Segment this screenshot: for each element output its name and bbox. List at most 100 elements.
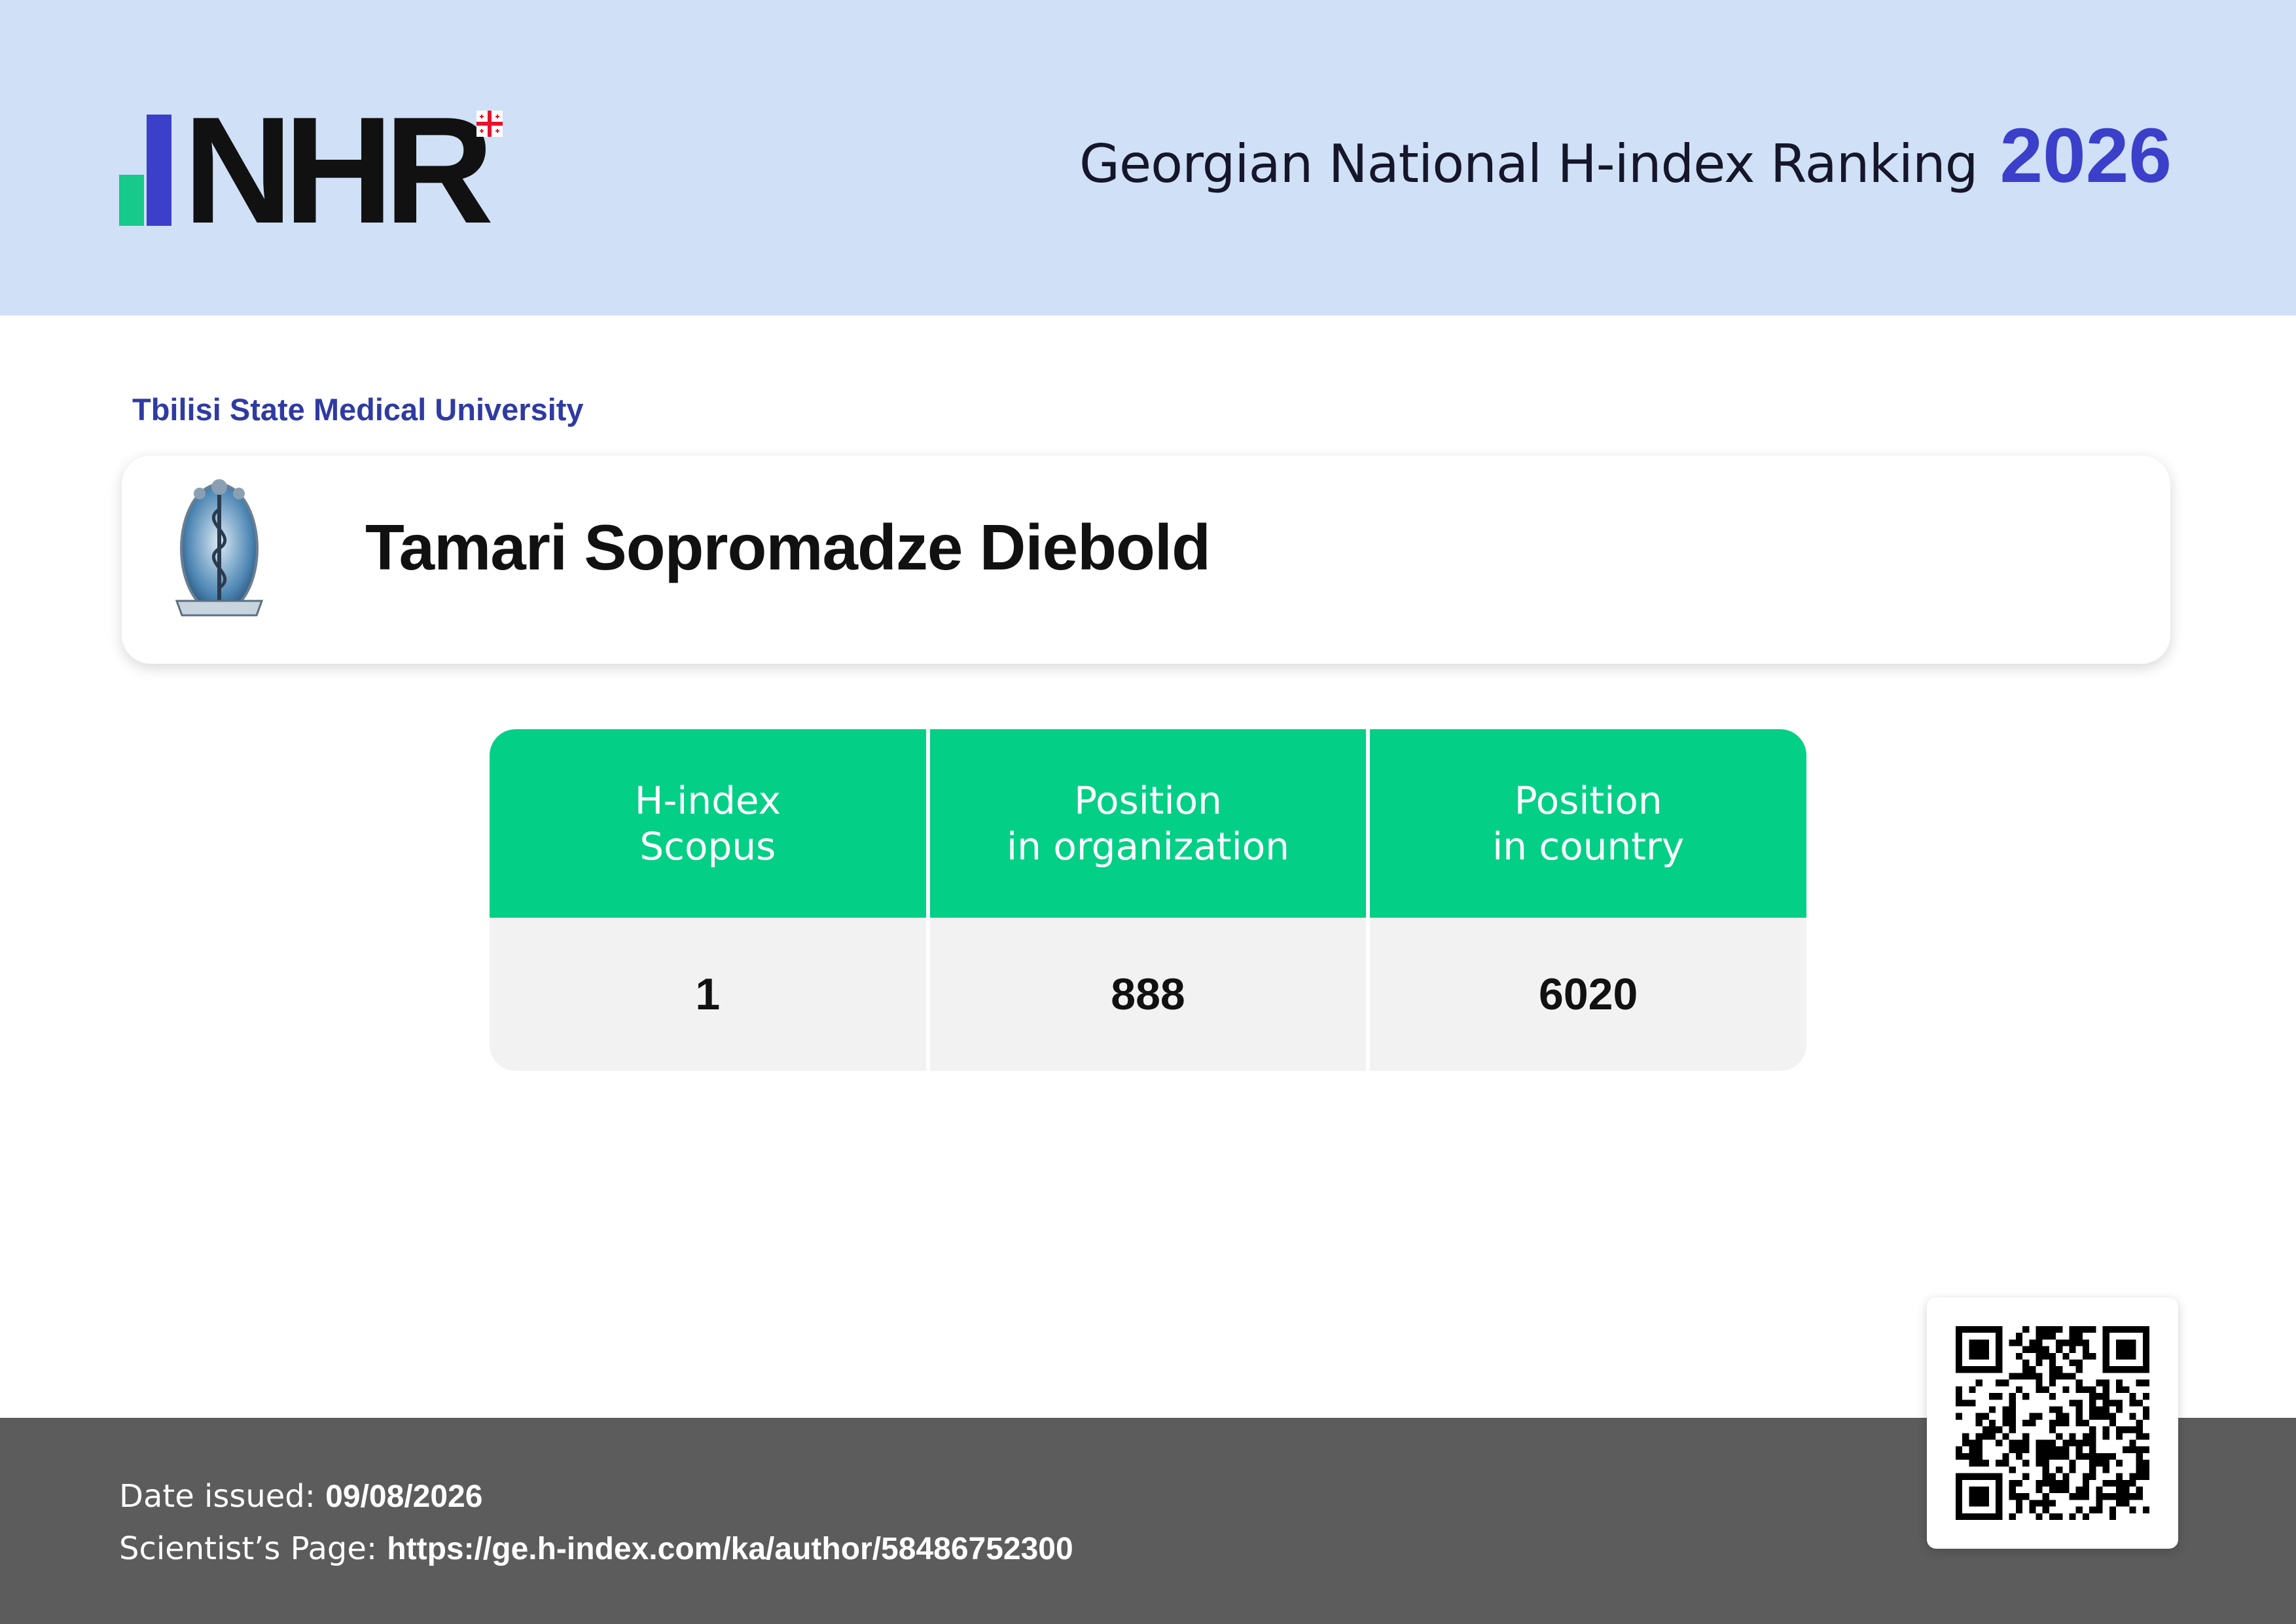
qr-module <box>2136 1426 2143 1434</box>
qr-module <box>2049 1373 2056 1380</box>
qr-module <box>2036 1460 2043 1467</box>
nhr-logo: NHR <box>119 95 525 247</box>
qr-module <box>2049 1500 2056 1507</box>
qr-module <box>2142 1433 2149 1440</box>
qr-module <box>2056 1479 2063 1487</box>
qr-module <box>1956 1453 1963 1460</box>
qr-module <box>2075 1366 2083 1373</box>
qr-module <box>2069 1513 2076 1520</box>
qr-module <box>2062 1486 2070 1494</box>
qr-module <box>2075 1360 2083 1367</box>
qr-module <box>1962 1433 1969 1440</box>
qr-module <box>1969 1346 1976 1353</box>
qr-module <box>2015 1373 2023 1380</box>
qr-module <box>1962 1366 1969 1373</box>
qr-module <box>2069 1460 2076 1467</box>
qr-module <box>2069 1439 2076 1447</box>
qr-module <box>2142 1473 2149 1480</box>
qr-module <box>2056 1433 2063 1440</box>
qr-module <box>2123 1500 2130 1507</box>
qr-module <box>2129 1493 2136 1500</box>
qr-module <box>2102 1426 2109 1434</box>
qr-module <box>2029 1419 2036 1427</box>
qr-module <box>2062 1473 2070 1480</box>
qr-code-icon <box>1956 1326 2149 1520</box>
qr-module <box>1996 1486 2003 1494</box>
qr-module <box>2049 1446 2056 1453</box>
qr-module <box>2142 1360 2149 1367</box>
qr-module <box>2109 1513 2116 1520</box>
qr-module <box>1982 1346 1990 1353</box>
qr-module <box>2082 1419 2090 1427</box>
ranking-title-text: Georgian National H-index Ranking <box>1079 134 1979 194</box>
qr-module <box>1975 1460 1982 1467</box>
qr-module <box>2009 1486 2016 1494</box>
qr-module <box>2096 1406 2103 1413</box>
qr-module <box>2136 1326 2143 1333</box>
qr-module <box>2049 1473 2056 1480</box>
qr-module <box>2049 1426 2056 1434</box>
qr-module <box>1996 1473 2003 1480</box>
qr-module <box>2102 1352 2109 1360</box>
stats-header-country-position: Position in country <box>1370 729 1806 918</box>
qr-module <box>1996 1333 2003 1340</box>
qr-module <box>1996 1339 2003 1346</box>
qr-module <box>2109 1413 2116 1420</box>
qr-module <box>2036 1326 2043 1333</box>
qr-module <box>2022 1346 2030 1353</box>
qr-module <box>1982 1413 1990 1420</box>
qr-module <box>2062 1446 2070 1453</box>
scientist-name: Tamari Sopromadze Diebold <box>365 511 1211 583</box>
qr-module <box>2102 1360 2109 1367</box>
qr-module <box>2075 1333 2083 1340</box>
qr-module <box>2029 1366 2036 1373</box>
qr-module <box>2062 1413 2070 1420</box>
qr-module <box>1956 1386 1963 1394</box>
qr-module <box>2089 1453 2096 1460</box>
organization-name: Tbilisi State Medical University <box>132 392 584 427</box>
qr-module <box>2136 1399 2143 1407</box>
qr-module <box>2002 1453 2009 1460</box>
qr-module <box>2042 1346 2049 1353</box>
qr-module <box>2042 1439 2049 1447</box>
qr-module <box>2062 1453 2070 1460</box>
qr-module <box>2062 1439 2070 1447</box>
qr-module <box>1969 1500 1976 1507</box>
qr-module <box>2115 1326 2123 1333</box>
qr-module <box>2136 1379 2143 1386</box>
stats-header-line: Scopus <box>639 824 776 869</box>
qr-module <box>2009 1439 2016 1447</box>
qr-module <box>2022 1326 2030 1333</box>
qr-module <box>2102 1466 2109 1473</box>
qr-module <box>2115 1486 2123 1494</box>
date-issued: Date issued: 09/08/2026 <box>119 1478 482 1515</box>
qr-module <box>1956 1360 1963 1367</box>
qr-module <box>2009 1466 2016 1473</box>
qr-module <box>2102 1453 2109 1460</box>
qr-module <box>2015 1352 2023 1360</box>
qr-module <box>1956 1333 1963 1340</box>
qr-module <box>2049 1406 2056 1413</box>
stats-value-org-position: 888 <box>929 918 1367 1071</box>
qr-module <box>2075 1399 2083 1407</box>
qr-module <box>2082 1339 2090 1346</box>
qr-module <box>2142 1406 2149 1413</box>
qr-module <box>1989 1433 1996 1440</box>
qr-module <box>2096 1500 2103 1507</box>
ranking-year: 2026 <box>2000 113 2172 199</box>
qr-module <box>2075 1386 2083 1394</box>
qr-module <box>1956 1500 1963 1507</box>
qr-module <box>2142 1506 2149 1513</box>
qr-module <box>2123 1346 2130 1353</box>
qr-module <box>2069 1493 2076 1500</box>
scientist-page-link[interactable]: https://ge.h-index.com/ka/author/5848675… <box>387 1532 1073 1566</box>
qr-module <box>2115 1379 2123 1386</box>
qr-module <box>2009 1479 2016 1487</box>
qr-code[interactable] <box>1927 1297 2178 1549</box>
qr-module <box>2015 1479 2023 1487</box>
stats-header-line: Position <box>1074 778 1222 823</box>
qr-module <box>2029 1339 2036 1346</box>
qr-module <box>1975 1493 1982 1500</box>
qr-module <box>1996 1460 2003 1467</box>
qr-module <box>1989 1513 1996 1520</box>
